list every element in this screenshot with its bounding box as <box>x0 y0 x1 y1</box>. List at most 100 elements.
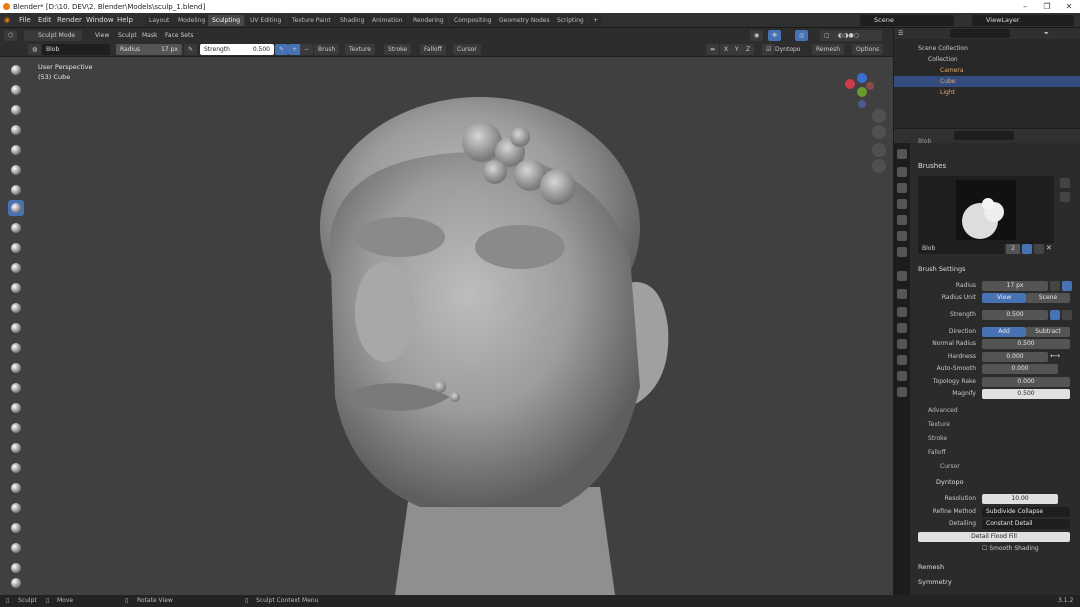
tab-modeling[interactable]: Modeling <box>174 15 210 26</box>
cloth-tool-icon[interactable] <box>8 540 24 556</box>
object-tab-icon[interactable] <box>897 271 907 281</box>
view-layer-tab-icon[interactable] <box>897 199 907 209</box>
shading-modes[interactable]: ◐◑●○ <box>834 30 882 41</box>
hardness-field[interactable]: 0.000 <box>982 352 1048 362</box>
radius-pressure-icon[interactable] <box>1050 281 1060 291</box>
multiplane-scrape-tool-icon[interactable] <box>8 320 24 336</box>
3d-viewport[interactable] <box>0 57 893 595</box>
refine-method-select[interactable]: Subdivide Collapse <box>982 507 1070 517</box>
maximize-icon[interactable]: ❐ <box>1036 0 1058 13</box>
strength-unit-icon[interactable] <box>1062 310 1072 320</box>
brush-users-count[interactable]: 2 <box>1006 244 1020 254</box>
topology-rake-field[interactable]: 0.000 <box>982 377 1070 387</box>
draw-sharp-tool-icon[interactable] <box>8 82 24 98</box>
menu-sculpt[interactable]: Sculpt <box>118 30 137 41</box>
collection-tab-icon[interactable] <box>897 247 907 257</box>
tab-texture-paint[interactable]: Texture Paint <box>288 15 335 26</box>
outliner-search-input[interactable] <box>950 29 1010 38</box>
flatten-tool-icon[interactable] <box>8 260 24 276</box>
nudge-tool-icon[interactable] <box>8 460 24 476</box>
duplicate-brush-icon[interactable] <box>1034 244 1044 254</box>
tab-geometry-nodes[interactable]: Geometry Nodes <box>495 15 554 26</box>
fill-tool-icon[interactable] <box>8 280 24 296</box>
pan-icon[interactable] <box>872 125 886 139</box>
remesh-panel-title[interactable]: Remesh <box>918 563 944 571</box>
particles-tab-icon[interactable] <box>897 307 907 317</box>
menu-view[interactable]: View <box>95 30 109 41</box>
modifier-tab-icon[interactable] <box>897 289 907 299</box>
camera-view-icon[interactable] <box>872 143 886 157</box>
slide-relax-tool-icon[interactable] <box>8 500 24 516</box>
outliner-editor-type-icon[interactable]: ☰ <box>898 28 903 39</box>
brushes-panel-title[interactable]: Brushes <box>918 162 946 170</box>
tool-tab-icon[interactable] <box>897 149 907 159</box>
blender-menu-icon[interactable]: ◉ <box>4 16 10 24</box>
symmetry-icon[interactable]: ⇹ <box>706 44 720 55</box>
material-tab-icon[interactable] <box>897 371 907 381</box>
smooth-tool-icon[interactable] <box>8 240 24 256</box>
normal-radius-field[interactable]: 0.500 <box>982 339 1070 349</box>
navigation-gizmo[interactable] <box>840 72 880 112</box>
ortho-toggle-icon[interactable] <box>872 159 886 173</box>
clay-tool-icon[interactable] <box>8 102 24 118</box>
filter-icon[interactable]: ⏷ <box>1044 28 1049 39</box>
clay-strips-tool-icon[interactable] <box>8 122 24 138</box>
cursor-subpanel[interactable]: Cursor <box>928 463 960 470</box>
view-layer-selector[interactable]: ViewLayer <box>972 15 1074 26</box>
tab-shading[interactable]: Shading <box>336 15 369 26</box>
tab-animation[interactable]: Animation <box>368 15 407 26</box>
brush-preview[interactable] <box>918 176 1054 244</box>
stroke-dropdown[interactable]: Stroke <box>384 44 412 55</box>
editor-type-button[interactable]: ⬡ <box>4 30 18 41</box>
unlink-brush-icon[interactable]: ✕ <box>1046 244 1052 252</box>
zoom-icon[interactable] <box>872 109 886 123</box>
dyntopo-checkbox[interactable]: ☑ <box>762 44 776 55</box>
hardness-invert-icon[interactable]: ⟷ <box>1050 352 1060 360</box>
inflate-tool-icon[interactable] <box>8 182 24 198</box>
view-object-types-icon[interactable]: ◉ <box>750 30 764 41</box>
menu-mask[interactable]: Mask <box>142 30 157 41</box>
symmetry-panel-title[interactable]: Symmetry <box>918 578 952 586</box>
strength-pressure-icon[interactable] <box>1050 310 1060 320</box>
fake-user-icon[interactable] <box>1022 244 1032 254</box>
grab-tool-icon[interactable] <box>8 360 24 376</box>
menu-window[interactable]: Window <box>86 16 114 24</box>
auto-smooth-field[interactable]: 0.000 <box>982 364 1058 374</box>
strength-field[interactable]: Strength 0.500 <box>200 44 274 55</box>
radius-unit-view-button[interactable]: View <box>982 293 1026 303</box>
menu-edit[interactable]: Edit <box>38 16 52 24</box>
options-dropdown[interactable]: Options <box>852 44 884 55</box>
render-tab-icon[interactable] <box>897 167 907 177</box>
crease-tool-icon[interactable] <box>8 220 24 236</box>
dyntopo-panel-title[interactable]: Dyntopo <box>918 478 964 486</box>
axis-z-toggle[interactable]: Z <box>742 44 755 55</box>
magnify-field[interactable]: 0.500 <box>982 389 1070 399</box>
detail-flood-fill-button[interactable]: Detail Flood Fill <box>918 532 1070 542</box>
collection-row[interactable]: Collection <box>894 54 1080 65</box>
brush-name-field[interactable]: Blob <box>42 44 110 55</box>
axis-y-toggle[interactable]: Y <box>731 44 743 55</box>
pose-tool-icon[interactable] <box>8 440 24 456</box>
texture-dropdown[interactable]: Texture <box>345 44 375 55</box>
remesh-dropdown[interactable]: Remesh <box>812 44 845 55</box>
gizmo-toggle-icon[interactable]: ✥ <box>768 30 782 41</box>
close-icon[interactable]: ✕ <box>1058 0 1080 13</box>
z-axis-icon[interactable] <box>857 73 867 83</box>
tab-layout[interactable]: Layout <box>145 15 174 26</box>
direction-add-button[interactable]: Add <box>982 327 1026 337</box>
smooth-shading-checkbox[interactable]: ☐ Smooth Shading <box>982 545 1039 552</box>
scene-selector[interactable]: Scene <box>860 15 954 26</box>
y-axis-icon[interactable] <box>857 87 867 97</box>
tab-rendering[interactable]: Rendering <box>409 15 448 26</box>
texture-tab-icon[interactable] <box>897 387 907 397</box>
dyntopo-dropdown[interactable]: Dyntopo <box>775 44 800 55</box>
neg-z-axis-icon[interactable] <box>858 100 866 108</box>
tab-sculpting[interactable]: Sculpting <box>208 15 245 26</box>
mask-tool-icon[interactable] <box>8 575 24 591</box>
properties-search-input[interactable] <box>954 131 1014 140</box>
menu-render[interactable]: Render <box>57 16 82 24</box>
outliner-item-light[interactable]: Light <box>894 87 1080 98</box>
tab-scripting[interactable]: Scripting <box>553 15 588 26</box>
cursor-dropdown[interactable]: Cursor <box>453 44 481 55</box>
advanced-subpanel[interactable]: Advanced <box>928 407 958 414</box>
